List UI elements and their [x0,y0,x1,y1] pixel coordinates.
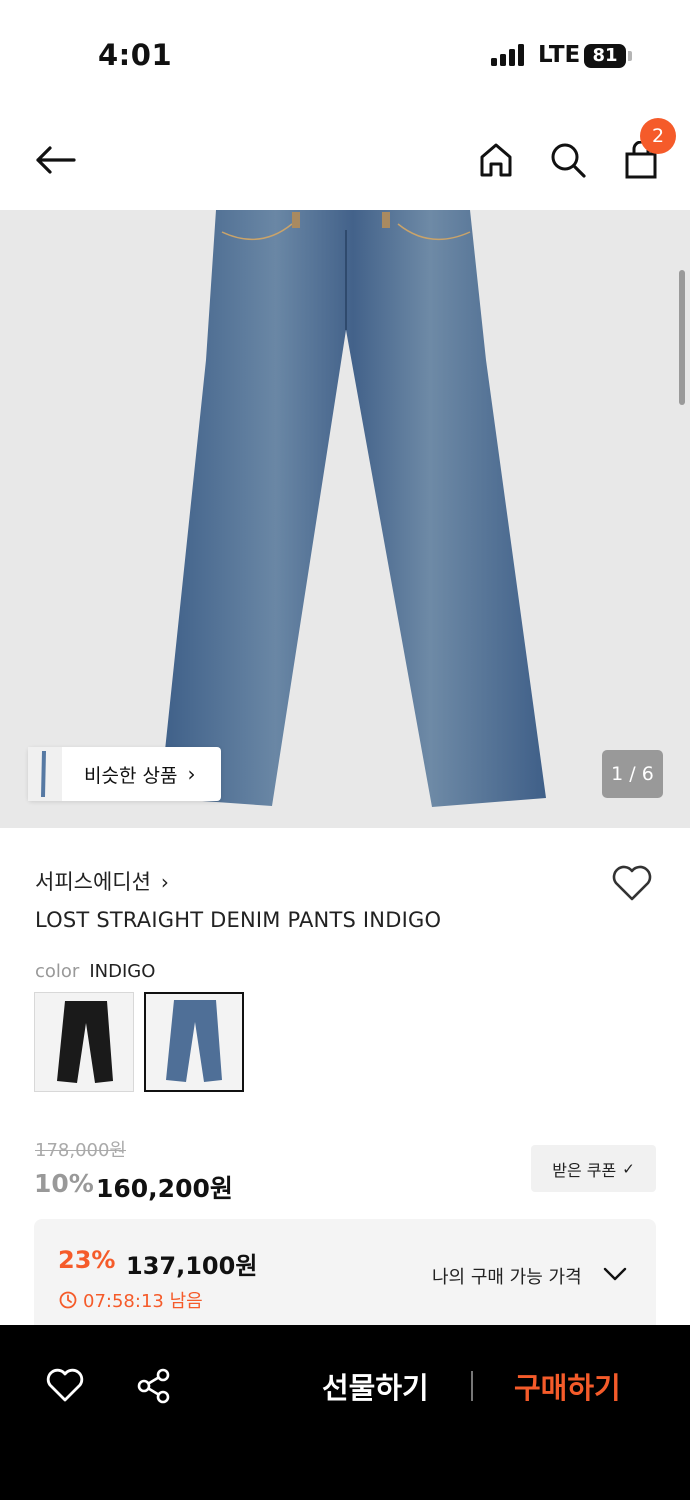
network-type: LTE [538,42,581,68]
check-icon: ✓ [622,1159,635,1178]
bottom-action-bar: 선물하기 구매하기 [0,1325,690,1500]
clock-icon [59,1291,77,1309]
my-price-panel[interactable]: 23% 137,100원 07:58:13 남음 나의 구매 가능 가격 [34,1219,656,1339]
share-button[interactable] [134,1366,174,1406]
home-button[interactable] [472,136,520,184]
color-key: color [35,961,80,982]
color-value: INDIGO [89,961,156,982]
status-bar: 4:01 LTE 81 [0,0,690,110]
product-image-gallery[interactable]: 비슷한 상품 › 1 / 6 [0,210,690,828]
coupon-label: 받은 쿠폰 [552,1160,617,1180]
top-nav [0,110,690,210]
sale-price: 160,200원 [96,1174,233,1203]
back-button[interactable] [31,136,79,184]
battery-tip [628,51,632,61]
battery-icon: 81 [584,44,626,68]
original-price: 178,000원 [35,1140,126,1161]
image-counter: 1 / 6 [602,750,663,798]
my-price-label: 나의 구매 가능 가격 [432,1267,582,1288]
my-price: 137,100원 [126,1252,258,1280]
gift-button[interactable]: 선물하기 [322,1365,429,1407]
chevron-right-icon: › [187,762,196,786]
brand-link[interactable]: 서피스에디션 › [35,866,169,896]
indigo-jeans-thumbnail [166,1000,222,1082]
jeans-image [160,210,546,807]
buy-button[interactable]: 구매하기 [514,1365,621,1407]
timer-text: 07:58:13 남음 [83,1291,203,1312]
similar-thumbnail [28,747,62,801]
timer: 07:58:13 남음 [59,1287,203,1313]
chevron-down-icon [603,1267,627,1281]
status-time: 4:01 [98,38,173,72]
heart-icon [612,865,652,901]
heart-icon [46,1368,84,1402]
wishlist-button[interactable] [610,863,654,903]
search-button[interactable] [544,136,592,184]
my-discount-rate: 23% [58,1246,116,1274]
black-jeans-thumbnail [57,1001,113,1083]
divider [471,1371,473,1401]
share-icon [137,1368,170,1404]
brand-name: 서피스에디션 [35,870,151,894]
cart-count-badge: 2 [640,118,676,154]
product-name: LOST STRAIGHT DENIM PANTS INDIGO [35,908,442,932]
home-icon [480,143,512,177]
color-option-black[interactable] [34,992,134,1092]
color-option-indigo[interactable] [144,992,244,1092]
similar-label: 비슷한 상품 [84,764,178,787]
color-row: color INDIGO [35,961,155,982]
received-coupon-button[interactable]: 받은 쿠폰 ✓ [531,1145,656,1192]
chevron-right-icon: › [160,870,169,894]
signal-icon [491,44,525,66]
scrollbar[interactable] [679,270,685,405]
bottom-wishlist-button[interactable] [45,1366,85,1406]
search-icon [551,143,586,178]
similar-products-button[interactable]: 비슷한 상품 › [28,747,221,801]
discount-rate: 10% [34,1169,94,1198]
arrow-left-icon [36,146,76,174]
